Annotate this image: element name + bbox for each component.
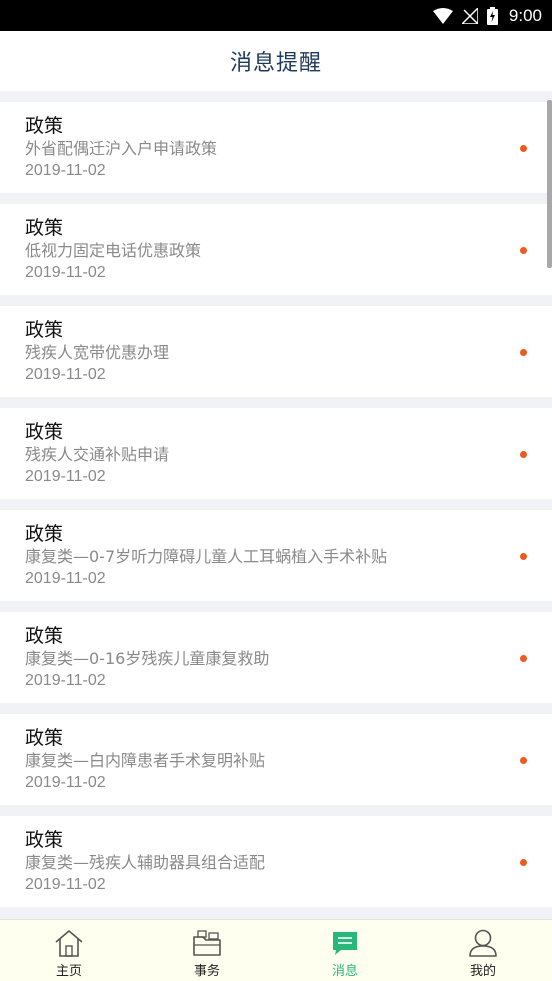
unread-dot-icon — [520, 349, 527, 356]
message-type: 政策 — [25, 829, 64, 851]
message-title: 康复类—0-16岁残疾儿童康复救助 — [25, 649, 270, 668]
wifi-icon — [432, 7, 453, 24]
message-date: 2019-11-02 — [25, 774, 106, 791]
battery-icon — [486, 6, 498, 25]
message-date: 2019-11-02 — [25, 162, 106, 179]
tab-mine[interactable]: 我的 — [414, 920, 552, 981]
message-date: 2019-11-02 — [25, 876, 106, 893]
unread-dot-icon — [520, 451, 527, 458]
message-date: 2019-11-02 — [25, 570, 106, 587]
unread-dot-icon — [520, 553, 527, 560]
message-title: 康复类—0-7岁听力障碍儿童人工耳蜗植入手术补贴 — [25, 547, 388, 566]
user-icon — [467, 928, 499, 958]
tab-affairs[interactable]: 事务 — [138, 920, 276, 981]
message-date: 2019-11-02 — [25, 672, 106, 689]
message-icon — [330, 928, 360, 958]
message-type: 政策 — [25, 625, 64, 647]
status-time: 9:00 — [508, 5, 542, 25]
tab-label: 消息 — [331, 964, 358, 979]
message-item[interactable]: 政策 残疾人宽带优惠办理 2019-11-02 — [0, 306, 552, 397]
message-date: 2019-11-02 — [25, 264, 106, 281]
message-type: 政策 — [25, 115, 64, 137]
message-item[interactable]: 政策 康复类—0-7岁听力障碍儿童人工耳蜗植入手术补贴 2019-11-02 — [0, 510, 552, 601]
tab-label: 事务 — [193, 964, 220, 979]
unread-dot-icon — [520, 757, 527, 764]
home-icon — [53, 928, 85, 958]
message-item[interactable]: 政策 低视力固定电话优惠政策 2019-11-02 — [0, 204, 552, 295]
message-type: 政策 — [25, 217, 64, 239]
message-date: 2019-11-02 — [25, 366, 106, 383]
message-title: 残疾人交通补贴申请 — [25, 445, 170, 464]
message-title: 外省配偶迁沪入户申请政策 — [25, 139, 218, 158]
message-item[interactable]: 政策 康复类—残疾人辅助器具组合适配 2019-11-02 — [0, 816, 552, 907]
tab-bar: 主页 事务 消息 我的 — [0, 919, 552, 981]
tab-label: 主页 — [55, 964, 82, 979]
message-type: 政策 — [25, 421, 64, 443]
page-title: 消息提醒 — [229, 51, 322, 76]
message-item[interactable]: 政策 康复类—0-16岁残疾儿童康复救助 2019-11-02 — [0, 612, 552, 703]
unread-dot-icon — [520, 859, 527, 866]
message-item[interactable]: 政策 外省配偶迁沪入户申请政策 2019-11-02 — [0, 102, 552, 193]
status-bar: 9:00 — [0, 0, 552, 31]
folder-icon — [190, 928, 224, 958]
message-type: 政策 — [25, 727, 64, 749]
message-list[interactable]: 政策 外省配偶迁沪入户申请政策 2019-11-02 政策 低视力固定电话优惠政… — [0, 91, 552, 919]
message-title: 低视力固定电话优惠政策 — [25, 241, 202, 260]
unread-dot-icon — [520, 655, 527, 662]
tab-messages[interactable]: 消息 — [276, 920, 414, 981]
message-type: 政策 — [25, 319, 64, 341]
message-item[interactable]: 政策 残疾人交通补贴申请 2019-11-02 — [0, 408, 552, 499]
no-signal-icon — [461, 7, 478, 24]
tab-home[interactable]: 主页 — [0, 920, 138, 981]
page-header: 消息提醒 — [0, 31, 552, 91]
unread-dot-icon — [520, 247, 527, 254]
tab-label: 我的 — [469, 964, 496, 979]
unread-dot-icon — [520, 145, 527, 152]
message-title: 康复类—残疾人辅助器具组合适配 — [25, 853, 266, 872]
scrollbar[interactable] — [547, 100, 552, 268]
message-title: 残疾人宽带优惠办理 — [25, 343, 170, 362]
message-type: 政策 — [25, 523, 64, 545]
message-item[interactable]: 政策 康复类—白内障患者手术复明补贴 2019-11-02 — [0, 714, 552, 805]
message-date: 2019-11-02 — [25, 468, 106, 485]
message-title: 康复类—白内障患者手术复明补贴 — [25, 751, 266, 770]
